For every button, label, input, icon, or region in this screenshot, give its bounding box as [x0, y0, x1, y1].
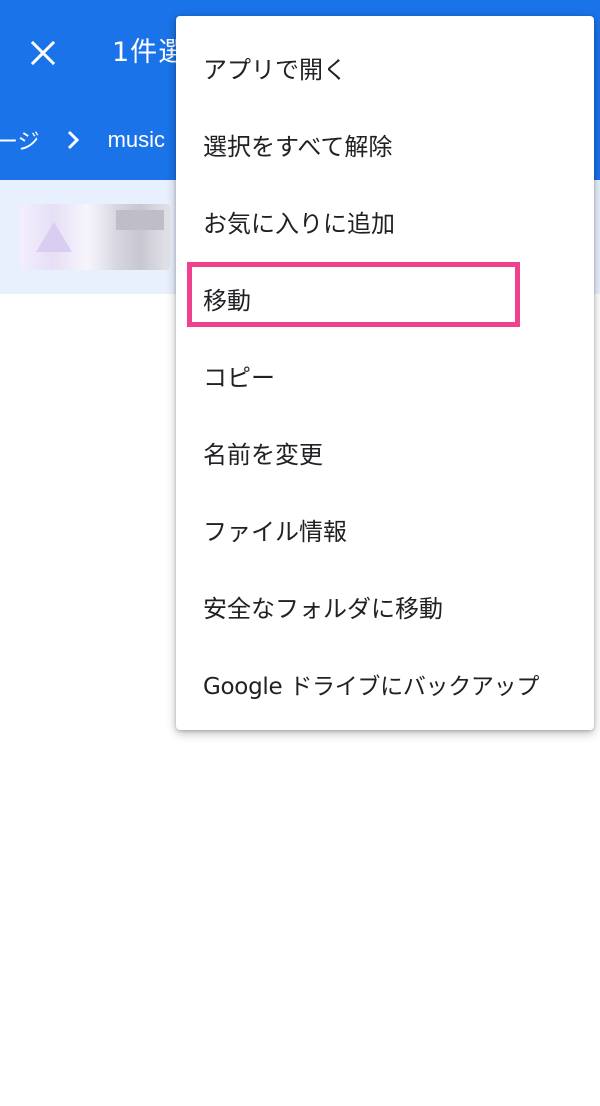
- overflow-menu: アプリで開く 選択をすべて解除 お気に入りに追加 移動 コピー 名前を変更 ファ…: [176, 16, 594, 730]
- breadcrumb-item-music[interactable]: music: [108, 127, 165, 153]
- file-thumbnail: [20, 204, 170, 270]
- menu-item-file-info[interactable]: ファイル情報: [176, 491, 594, 568]
- menu-item-deselect-all[interactable]: 選択をすべて解除: [176, 106, 594, 183]
- menu-item-copy[interactable]: コピー: [176, 337, 594, 414]
- menu-item-rename[interactable]: 名前を変更: [176, 414, 594, 491]
- menu-item-backup-to-google-drive[interactable]: Google ドライブにバックアップ: [176, 645, 594, 722]
- highlight-box: [187, 262, 520, 327]
- menu-item-open-with-app[interactable]: アプリで開く: [176, 29, 594, 106]
- breadcrumb: ージ music: [0, 118, 165, 162]
- close-icon: [30, 40, 56, 66]
- close-button[interactable]: [20, 30, 66, 76]
- breadcrumb-item-previous[interactable]: ージ: [0, 124, 40, 156]
- menu-item-move-to-safe-folder[interactable]: 安全なフォルダに移動: [176, 568, 594, 645]
- menu-item-add-to-favorites[interactable]: お気に入りに追加: [176, 183, 594, 260]
- chevron-right-icon: [62, 129, 84, 151]
